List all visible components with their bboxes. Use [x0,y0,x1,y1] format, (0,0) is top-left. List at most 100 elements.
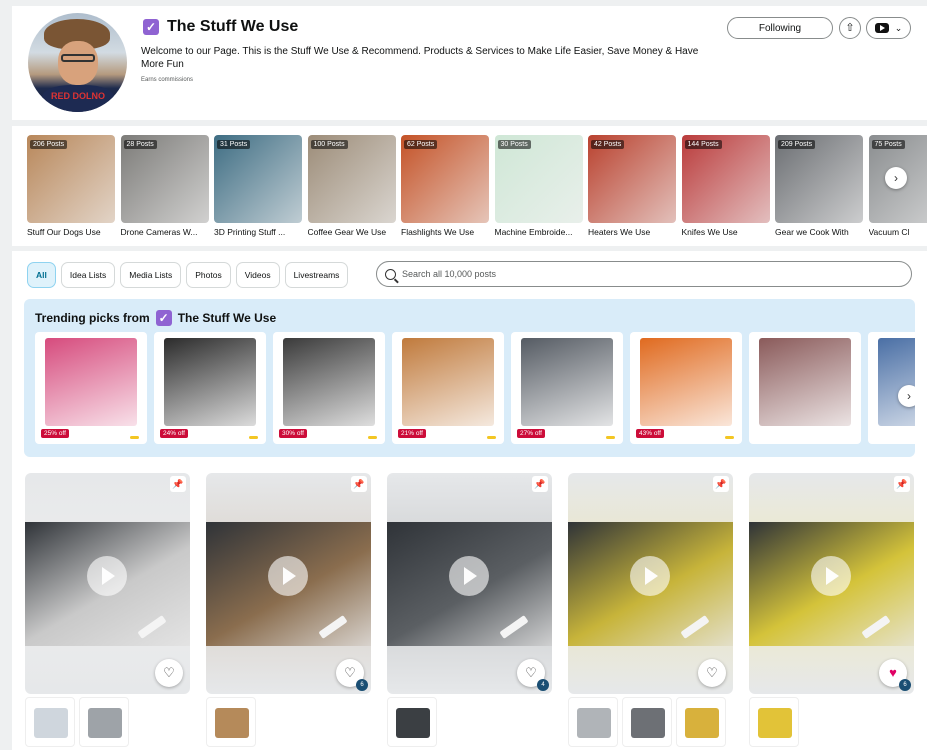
post-count-badge: 30 Posts [497,140,531,149]
category-card[interactable]: 62 Posts Flashlights We Use [401,135,489,237]
post-count-badge: 144 Posts [684,140,722,149]
product-image [521,338,613,426]
heart-icon[interactable]: ♡ [698,659,726,687]
filter-all[interactable]: All [27,262,56,288]
trending-product-card[interactable]: 21% off [392,332,504,444]
tagged-product-thumbnail[interactable] [676,697,726,747]
chevron-right-icon[interactable]: › [898,385,915,407]
category-card[interactable]: 100 Posts Coffee Gear We Use [307,135,396,237]
play-icon[interactable] [268,556,308,596]
social-links-button[interactable]: ⌄ [866,17,911,39]
post-card[interactable]: 📌 ♥ 6 [749,473,914,694]
category-card[interactable]: 144 Posts Knifes We Use [681,135,770,237]
tagged-product-thumbnail[interactable] [622,697,672,747]
search-bar[interactable] [376,261,912,287]
tagged-product-thumbnail[interactable] [749,697,799,747]
store-name: The Stuff We Use [167,18,299,35]
category-image: 209 Posts [775,135,863,223]
deal-icon [725,436,734,439]
discount-badge: 21% off [398,429,426,438]
trending-product-card[interactable] [749,332,861,444]
trending-product-card[interactable]: 25% off [35,332,147,444]
pin-icon[interactable]: 📌 [894,476,910,492]
discount-badge: 30% off [279,429,307,438]
tagged-product-thumbnail[interactable] [568,697,618,747]
tagged-product-thumbnail[interactable] [25,697,75,747]
chevron-right-icon[interactable]: › [885,167,907,189]
product-image [577,708,611,738]
post-card[interactable]: 📌 ♡ 6 [206,473,371,694]
tagged-product-thumbnail[interactable] [79,697,129,747]
trending-picks: Trending picks from ✓ The Stuff We Use 2… [24,299,915,457]
product-image [631,708,665,738]
category-card[interactable]: 28 Posts Drone Cameras W... [120,135,209,237]
trending-product-card[interactable]: 27% off [511,332,623,444]
category-image: 42 Posts [588,135,676,223]
filter-idea-lists[interactable]: Idea Lists [60,262,116,288]
discount-badge: 24% off [160,429,188,438]
product-image [685,708,719,738]
filter-livestreams[interactable]: Livestreams [284,262,349,288]
pin-icon[interactable]: 📌 [532,476,548,492]
profile-header: RED DOLNO ✓ The Stuff We Use Welcome to … [12,6,927,120]
play-icon[interactable] [87,556,127,596]
filter-photos[interactable]: Photos [186,262,231,288]
category-label: Coffee Gear We Use [307,227,387,237]
post-card[interactable]: 📌 ♡ 4 [387,473,552,694]
post-count-badge: 75 Posts [871,140,905,149]
category-label: Stuff Our Dogs Use [27,227,101,237]
product-image [758,708,792,738]
category-card[interactable]: 209 Posts Gear we Cook With [775,135,863,237]
play-icon[interactable] [811,556,851,596]
following-button[interactable]: Following [727,17,833,39]
product-image [759,338,851,426]
product-count-badge: 6 [899,679,911,691]
share-icon[interactable]: ⇧ [839,17,861,39]
category-card[interactable]: 31 Posts 3D Printing Stuff ... [214,135,302,237]
category-label: Gear we Cook With [775,227,849,237]
search-icon [385,268,396,280]
trending-product-card[interactable]: 43% off [630,332,742,444]
product-count-badge: 4 [537,679,549,691]
post-count-badge: 42 Posts [591,140,625,149]
post-card[interactable]: 📌 ♡ [568,473,733,694]
category-card[interactable]: 30 Posts Machine Embroide... [494,135,583,237]
category-image: 206 Posts [27,135,115,223]
tagged-product-thumbnail[interactable] [206,697,256,747]
product-image [640,338,732,426]
trending-heading: Trending picks from [35,311,150,325]
filter-media-lists[interactable]: Media Lists [120,262,182,288]
filter-chips: All Idea Lists Media Lists Photos Videos Live… [27,262,349,288]
product-image [396,708,430,738]
store-title: ✓ The Stuff We Use [143,18,298,36]
trending-product-card[interactable]: 24% off [154,332,266,444]
category-image: 30 Posts [494,135,583,223]
post-count-badge: 206 Posts [30,140,68,149]
pin-icon[interactable]: 📌 [351,476,367,492]
category-label: 3D Printing Stuff ... [214,227,286,237]
discount-badge: 43% off [636,429,664,438]
category-card[interactable]: 206 Posts Stuff Our Dogs Use [27,135,115,237]
heart-icon[interactable]: ♡ [155,659,183,687]
tagged-product-thumbnail[interactable] [387,697,437,747]
category-card[interactable]: 42 Posts Heaters We Use [588,135,676,237]
post-card[interactable]: 📌 ♡ [25,473,190,694]
avatar[interactable]: RED DOLNO [28,13,127,112]
post-count-badge: 28 Posts [123,140,157,149]
product-count-badge: 6 [356,679,368,691]
play-icon[interactable] [449,556,489,596]
deal-icon [487,436,496,439]
trending-product-card[interactable]: 30% off [273,332,385,444]
discount-badge: 25% off [41,429,69,438]
filter-videos[interactable]: Videos [235,262,280,288]
category-label: Flashlights We Use [401,227,475,237]
commissions-note: Earns commissions [141,77,194,83]
trending-title: Trending picks from ✓ The Stuff We Use [35,310,276,326]
play-icon[interactable] [630,556,670,596]
product-image [215,708,249,738]
search-input[interactable] [402,269,882,279]
pin-icon[interactable]: 📌 [713,476,729,492]
product-image [88,708,122,738]
pin-icon[interactable]: 📌 [170,476,186,492]
avatar-glasses [61,54,95,62]
